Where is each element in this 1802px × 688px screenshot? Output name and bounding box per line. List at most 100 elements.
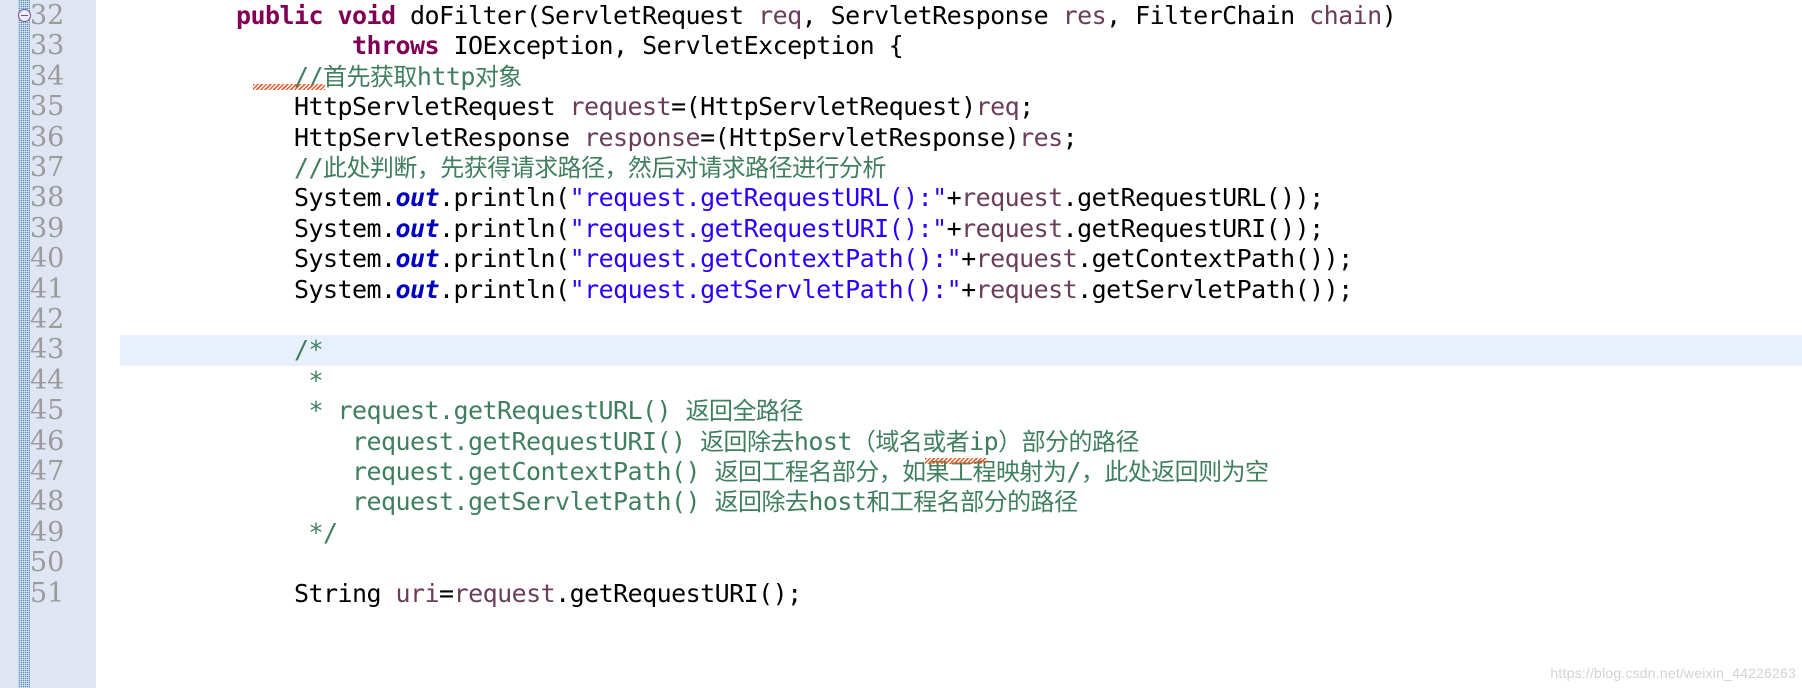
code-token: .getContextPath()); — [1077, 244, 1353, 274]
code-line-46[interactable]: request.getRequestURI() 返回除去host（域名或者ip）… — [120, 427, 1139, 457]
code-token: System. — [120, 213, 396, 243]
line-number-38: 38 — [30, 182, 65, 214]
code-line-44[interactable]: * — [120, 365, 324, 396]
code-token: request — [569, 92, 672, 122]
code-token: request — [975, 274, 1078, 304]
code-token: "request.getRequestURL():" — [569, 183, 948, 213]
line-number-36: 36 — [30, 121, 65, 153]
code-line-33[interactable]: throws IOException, ServletException { — [120, 31, 904, 61]
code-token: 返回除去 — [714, 488, 809, 517]
code-token: + — [961, 274, 976, 304]
code-line-49[interactable]: */ — [120, 517, 339, 548]
line-number-34: 34 — [30, 60, 65, 92]
code-token: .println( — [439, 213, 570, 243]
code-line-43[interactable]: /* — [120, 335, 324, 365]
code-token: , ServletResponse — [801, 1, 1063, 30]
code-token: */ — [308, 517, 339, 547]
code-token: IOException, ServletException { — [439, 31, 904, 61]
line-number-51: 51 — [30, 577, 65, 609]
code-token: "request.getContextPath():" — [569, 244, 962, 274]
line-number-33: 33 — [30, 30, 65, 62]
line-number-46: 46 — [30, 425, 65, 457]
code-token: request.getServletPath() — [352, 487, 715, 517]
code-token: 返回全路径 — [685, 397, 804, 426]
code-content-area[interactable]: public void doFilter(ServletRequest req,… — [120, 0, 1802, 688]
squiggle-http-line34 — [253, 84, 325, 90]
code-token: /* — [294, 335, 324, 365]
code-token: = — [439, 578, 454, 608]
line-number-gutter[interactable]: 32 33 34 35 36 37 38 39 40 41 42 43 44 45 46 47 48 49 50 51 — [0, 0, 96, 688]
code-line-38[interactable]: System.out.println("request.getRequestUR… — [120, 183, 1324, 213]
code-token: * — [308, 365, 324, 395]
code-token: ) — [1381, 1, 1397, 30]
code-line-32[interactable]: public void doFilter(ServletRequest req,… — [120, 1, 1397, 31]
code-token: 返回工程名部分，如果工程映射为 — [714, 458, 1067, 486]
code-token: 和工程名部分的路径 — [866, 488, 1078, 517]
code-fold-collapse-marker[interactable] — [18, 9, 31, 22]
code-token: .getServletPath()); — [1077, 274, 1353, 304]
code-token: http — [416, 61, 476, 91]
code-token: + — [946, 213, 962, 243]
code-token: req — [758, 1, 802, 30]
code-token: .getRequestURI()); — [1062, 213, 1325, 243]
code-token: request — [961, 183, 1063, 213]
code-token: request.getRequestURI() — [352, 426, 701, 456]
code-token: 首先获取 — [323, 62, 417, 91]
line-number-47: 47 — [30, 456, 65, 487]
code-token: String — [120, 578, 396, 608]
code-line-36[interactable]: HttpServletResponse response=(HttpServle… — [120, 122, 1078, 153]
code-token: / — [1066, 457, 1081, 486]
code-token: ）部分的路径 — [998, 427, 1139, 456]
code-editor-view: 32 33 34 35 36 37 38 39 40 41 42 43 44 45 46 47 48 49 50 51… — [0, 0, 1802, 688]
code-token: request.getContextPath() — [352, 457, 715, 486]
line-number-35: 35 — [30, 91, 65, 123]
code-line-51[interactable]: String uri=request.getRequestURI(); — [120, 579, 802, 609]
code-token: "request.getServletPath():" — [569, 274, 962, 304]
code-token: out — [395, 244, 440, 274]
line-number-45: 45 — [30, 395, 65, 427]
line-number-42: 42 — [30, 304, 65, 335]
line-number-39: 39 — [30, 212, 65, 244]
code-line-40[interactable]: System.out.println("request.getContextPa… — [120, 244, 1353, 274]
code-line-47[interactable]: request.getContextPath() 返回工程名部分，如果工程映射为… — [120, 457, 1269, 487]
code-line-37[interactable]: //此处判断，先获得请求路径，然后对请求路径进行分析 — [120, 153, 886, 183]
code-token: out — [395, 274, 440, 304]
code-token: System. — [120, 244, 396, 274]
line-number-50: 50 — [30, 547, 65, 579]
code-token: , FilterChain — [1106, 1, 1310, 30]
code-token: req — [975, 92, 1020, 122]
code-token: .println( — [439, 274, 570, 304]
line-number-44: 44 — [30, 364, 65, 396]
line-number-49: 49 — [30, 516, 65, 548]
code-token: public void — [236, 1, 396, 30]
code-token: * request.getRequestURL() — [308, 396, 686, 426]
squiggle-host-line46 — [925, 458, 987, 464]
code-line-45[interactable]: * request.getRequestURL() 返回全路径 — [120, 396, 804, 426]
code-token: 返回除去 — [700, 427, 794, 456]
gutter-annotation-strip[interactable] — [18, 0, 30, 688]
code-token: （域名或者 — [851, 427, 970, 456]
code-token: ，此处返回则为空 — [1080, 458, 1269, 486]
code-token: res — [1062, 1, 1107, 30]
code-token: res — [1019, 122, 1063, 152]
code-token: 此处判断，先获得请求路径，然后对请求路径进行分析 — [323, 154, 886, 182]
code-token: .println( — [439, 244, 570, 274]
code-token: host — [808, 487, 867, 517]
code-token: + — [946, 183, 962, 213]
code-line-41[interactable]: System.out.println("request.getServletPa… — [120, 275, 1353, 305]
code-token: // — [294, 153, 324, 182]
code-token: ; — [1062, 122, 1078, 152]
code-line-48[interactable]: request.getServletPath() 返回除去host和工程名部分的… — [120, 487, 1078, 517]
code-line-35[interactable]: HttpServletRequest request=(HttpServletR… — [120, 92, 1034, 122]
code-token: throws — [352, 31, 440, 61]
gutter-code-separator — [96, 0, 120, 688]
code-line-39[interactable]: System.out.println("request.getRequestUR… — [120, 214, 1324, 244]
